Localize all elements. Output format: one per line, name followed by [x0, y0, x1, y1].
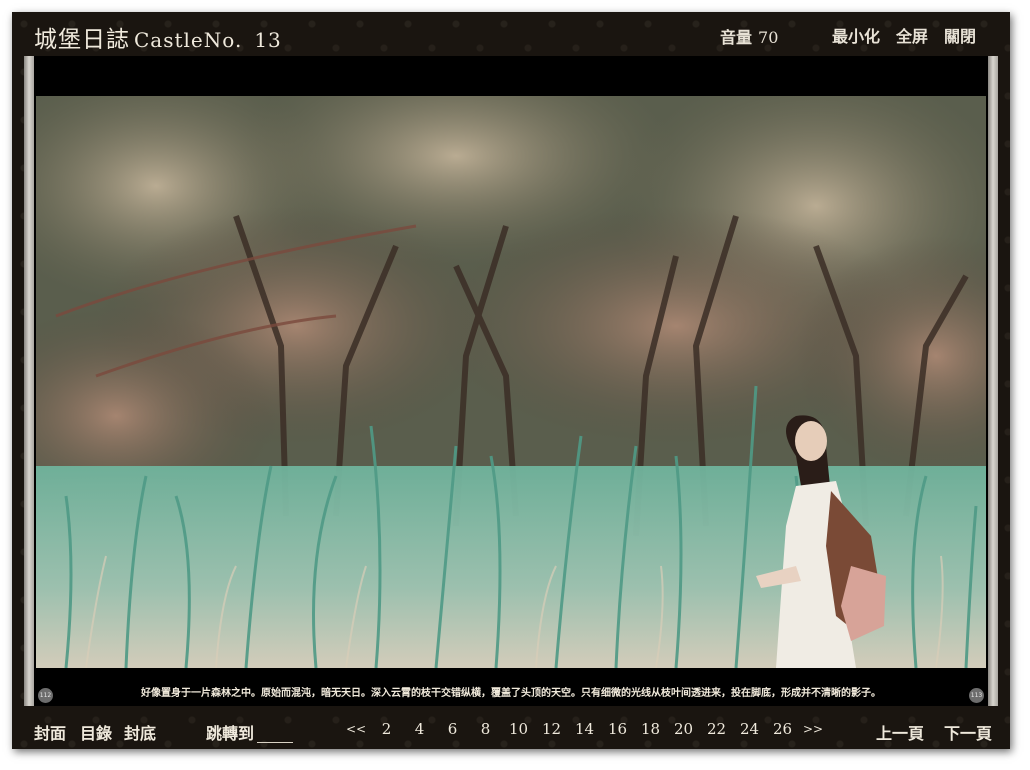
left-page-edge — [24, 56, 34, 706]
next-pages-arrow[interactable]: >> — [799, 722, 827, 736]
close-button[interactable]: 關閉 — [944, 23, 976, 47]
page-link-2[interactable]: 2 — [370, 720, 403, 738]
magazine-window: 城堡日誌 CastleNo. 13 音量 70 最小化 全屏 關閉 好像置身于一… — [12, 12, 1010, 749]
page-link-26[interactable]: 26 — [766, 720, 799, 738]
page-link-16[interactable]: 16 — [601, 720, 634, 738]
next-page-button[interactable]: 下一頁 — [944, 720, 992, 744]
page-spread: 好像置身于一片森林之中。原始而混沌，暗无天日。深入云霄的枝干交错纵横，覆盖了头顶… — [24, 56, 998, 706]
page-link-4[interactable]: 4 — [403, 720, 436, 738]
issue-number: 13 — [254, 28, 282, 52]
cover-button[interactable]: 封面 — [34, 720, 66, 744]
jump-to-label: 跳轉到 — [206, 724, 255, 743]
left-page-number: 112 — [38, 688, 53, 703]
page-link-18[interactable]: 18 — [634, 720, 667, 738]
page-link-12[interactable]: 12 — [535, 720, 568, 738]
page-links: << 2 4 6 8 10 12 14 16 18 20 22 24 26 >> — [342, 720, 827, 738]
right-page-number: 113 — [969, 688, 984, 703]
toc-button[interactable]: 目錄 — [80, 720, 112, 744]
page-link-6[interactable]: 6 — [436, 720, 469, 738]
page-link-20[interactable]: 20 — [667, 720, 700, 738]
prev-page-button[interactable]: 上一頁 — [876, 720, 924, 744]
page-link-10[interactable]: 10 — [502, 720, 535, 738]
volume-value: 70 — [758, 28, 779, 47]
navigation-bar: 封面 目錄 封底 跳轉到 << 2 4 6 8 10 12 14 16 18 2… — [12, 712, 1010, 749]
volume-control[interactable]: 音量 70 — [720, 24, 778, 48]
title-subtitle: CastleNo. — [134, 28, 243, 52]
minimize-button[interactable]: 最小化 — [832, 23, 880, 47]
title-text: 城堡日誌 — [34, 27, 130, 53]
page-link-14[interactable]: 14 — [568, 720, 601, 738]
fullscreen-button[interactable]: 全屏 — [896, 23, 928, 47]
title-bar: 城堡日誌 CastleNo. 13 音量 70 最小化 全屏 關閉 — [12, 12, 1010, 56]
app-title: 城堡日誌 CastleNo. 13 — [34, 20, 282, 54]
forest-illustration — [36, 96, 986, 668]
window-controls: 最小化 全屏 關閉 — [832, 23, 976, 47]
page-link-22[interactable]: 22 — [700, 720, 733, 738]
page-link-24[interactable]: 24 — [733, 720, 766, 738]
forest-photo — [36, 96, 986, 668]
jump-to-input[interactable] — [257, 742, 293, 743]
prev-pages-arrow[interactable]: << — [342, 722, 370, 736]
page-caption: 好像置身于一片森林之中。原始而混沌，暗无天日。深入云霄的枝干交错纵横，覆盖了头顶… — [141, 688, 881, 699]
back-cover-button[interactable]: 封底 — [124, 720, 156, 744]
right-page-edge — [988, 56, 998, 706]
volume-label: 音量 — [720, 28, 753, 47]
page-link-8[interactable]: 8 — [469, 720, 502, 738]
